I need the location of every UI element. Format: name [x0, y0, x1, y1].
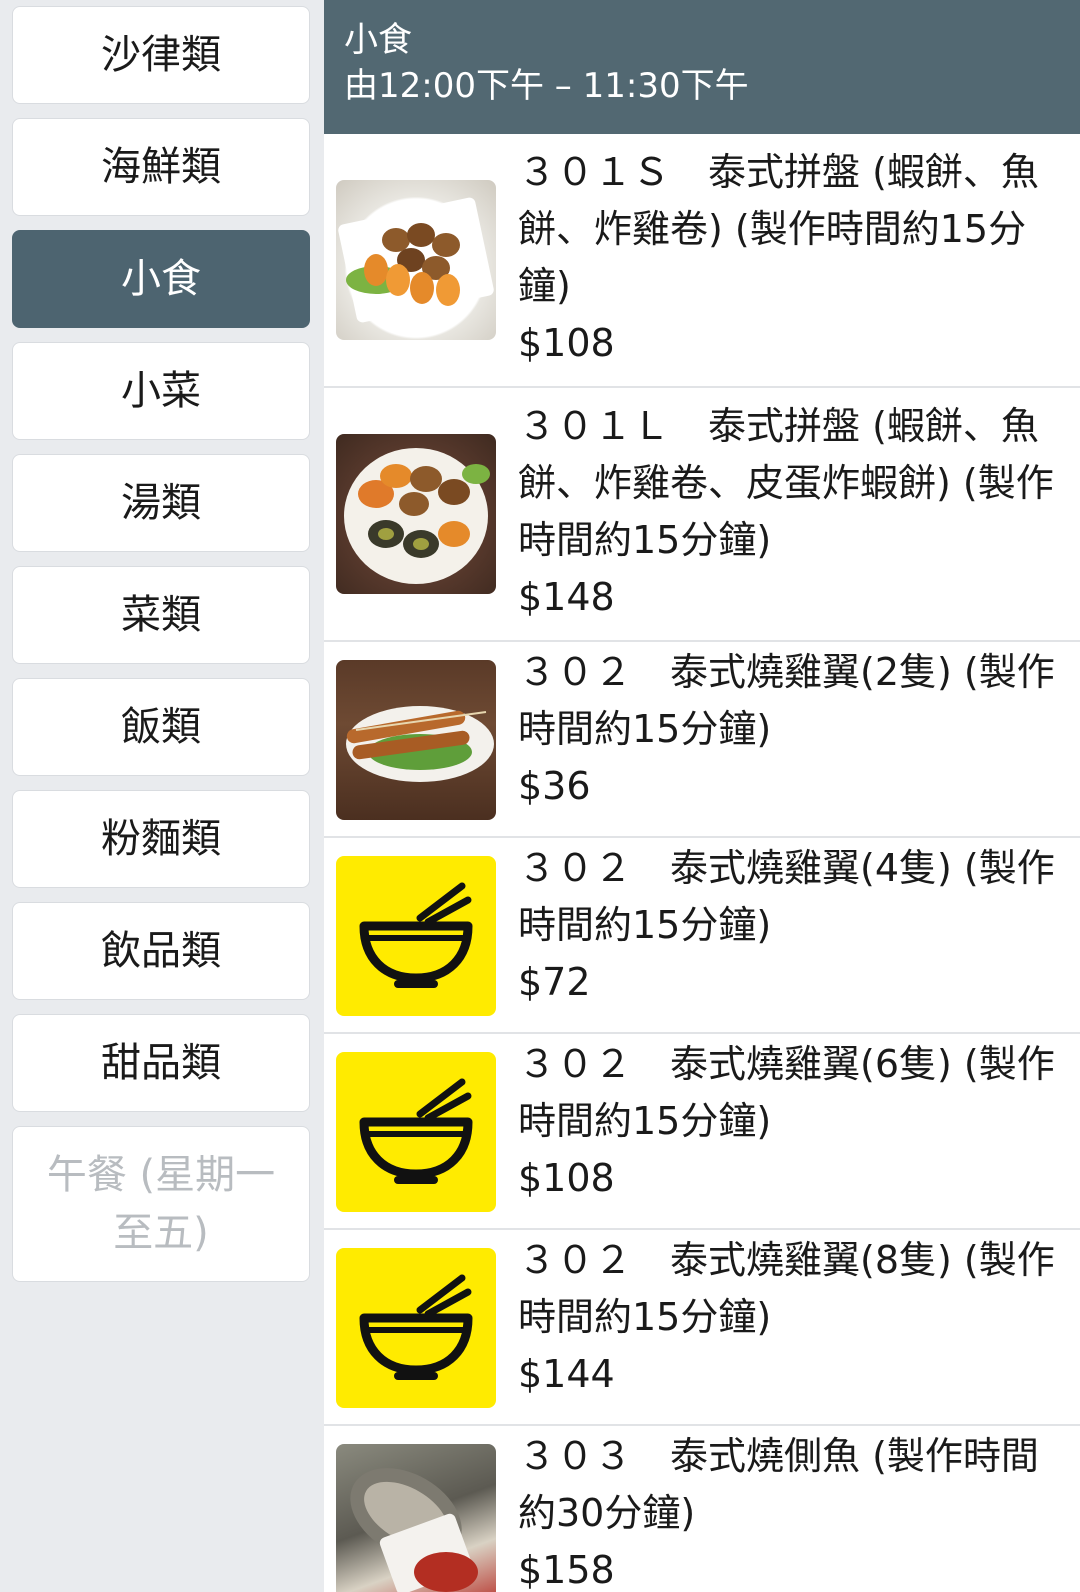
category-sidebar: 沙律類 海鮮類 小食 小菜 湯類 菜類 飯類 粉麵類 飲品類 甜品類 午餐 (星… [0, 0, 322, 1592]
item-price: $36 [518, 764, 591, 808]
item-name: ３０２ 泰式燒雞翼(2隻) (製作時間約15分鐘) [518, 650, 1055, 751]
category-lunch: 午餐 (星期一至五) [12, 1126, 310, 1282]
category-snacks[interactable]: 小食 [12, 230, 310, 328]
bowl-icon [359, 1274, 473, 1380]
food-photo [336, 660, 496, 820]
food-photo [336, 180, 496, 340]
item-price: $158 [518, 1548, 615, 1592]
category-noodles[interactable]: 粉麵類 [12, 790, 310, 888]
item-name: ３０２ 泰式燒雞翼(8隻) (製作時間約15分鐘) [518, 1238, 1055, 1339]
food-photo [336, 1444, 496, 1592]
category-salad[interactable]: 沙律類 [12, 6, 310, 104]
category-small-dishes[interactable]: 小菜 [12, 342, 310, 440]
bowl-icon [359, 882, 473, 988]
category-drinks[interactable]: 飲品類 [12, 902, 310, 1000]
item-name: ３０２ 泰式燒雞翼(4隻) (製作時間約15分鐘) [518, 846, 1055, 947]
section-title: 小食 [344, 20, 412, 60]
category-vegetables[interactable]: 菜類 [12, 566, 310, 664]
item-name: ３０２ 泰式燒雞翼(6隻) (製作時間約15分鐘) [518, 1042, 1055, 1143]
item-price: $108 [518, 1156, 615, 1200]
bowl-icon [359, 1078, 473, 1184]
section-hours: 由12:00下午 – 11:30下午 [344, 66, 749, 106]
placeholder-image [336, 1248, 496, 1408]
menu-item[interactable]: ３０２ 泰式燒雞翼(2隻) (製作時間約15分鐘) $36 [324, 642, 1080, 838]
section-header: 小食 由12:00下午 – 11:30下午 [324, 0, 1080, 134]
menu-item[interactable]: ３０２ 泰式燒雞翼(6隻) (製作時間約15分鐘) $108 [324, 1034, 1080, 1230]
menu-item[interactable]: ３０１Ｓ 泰式拼盤 (蝦餅、魚餅、炸雞卷) (製作時間約15分鐘) $108 [324, 134, 1080, 388]
item-name: ３０３ 泰式燒側魚 (製作時間約30分鐘) [518, 1434, 1039, 1535]
placeholder-image [336, 856, 496, 1016]
category-desserts[interactable]: 甜品類 [12, 1014, 310, 1112]
menu-content: 小食 由12:00下午 – 11:30下午 ３０１Ｓ 泰式拼盤 (蝦餅、魚餅、炸… [324, 0, 1080, 1592]
placeholder-image [336, 1052, 496, 1212]
category-seafood[interactable]: 海鮮類 [12, 118, 310, 216]
item-name: ３０１Ｌ 泰式拼盤 (蝦餅、魚餅、炸雞卷、皮蛋炸蝦餅) (製作時間約15分鐘) [518, 404, 1054, 562]
item-name: ３０１Ｓ 泰式拼盤 (蝦餅、魚餅、炸雞卷) (製作時間約15分鐘) [518, 150, 1039, 308]
menu-item[interactable]: ３０１Ｌ 泰式拼盤 (蝦餅、魚餅、炸雞卷、皮蛋炸蝦餅) (製作時間約15分鐘) … [324, 388, 1080, 642]
menu-item[interactable]: ３０２ 泰式燒雞翼(4隻) (製作時間約15分鐘) $72 [324, 838, 1080, 1034]
menu-app: 沙律類 海鮮類 小食 小菜 湯類 菜類 飯類 粉麵類 飲品類 甜品類 午餐 (星… [0, 0, 1080, 1592]
menu-item[interactable]: ３０２ 泰式燒雞翼(8隻) (製作時間約15分鐘) $144 [324, 1230, 1080, 1426]
item-price: $148 [518, 575, 615, 619]
menu-item[interactable]: ３０３ 泰式燒側魚 (製作時間約30分鐘) $158 [324, 1426, 1080, 1592]
item-price: $72 [518, 960, 591, 1004]
food-photo [336, 434, 496, 594]
category-soup[interactable]: 湯類 [12, 454, 310, 552]
category-rice[interactable]: 飯類 [12, 678, 310, 776]
item-price: $108 [518, 321, 615, 365]
item-price: $144 [518, 1352, 615, 1396]
